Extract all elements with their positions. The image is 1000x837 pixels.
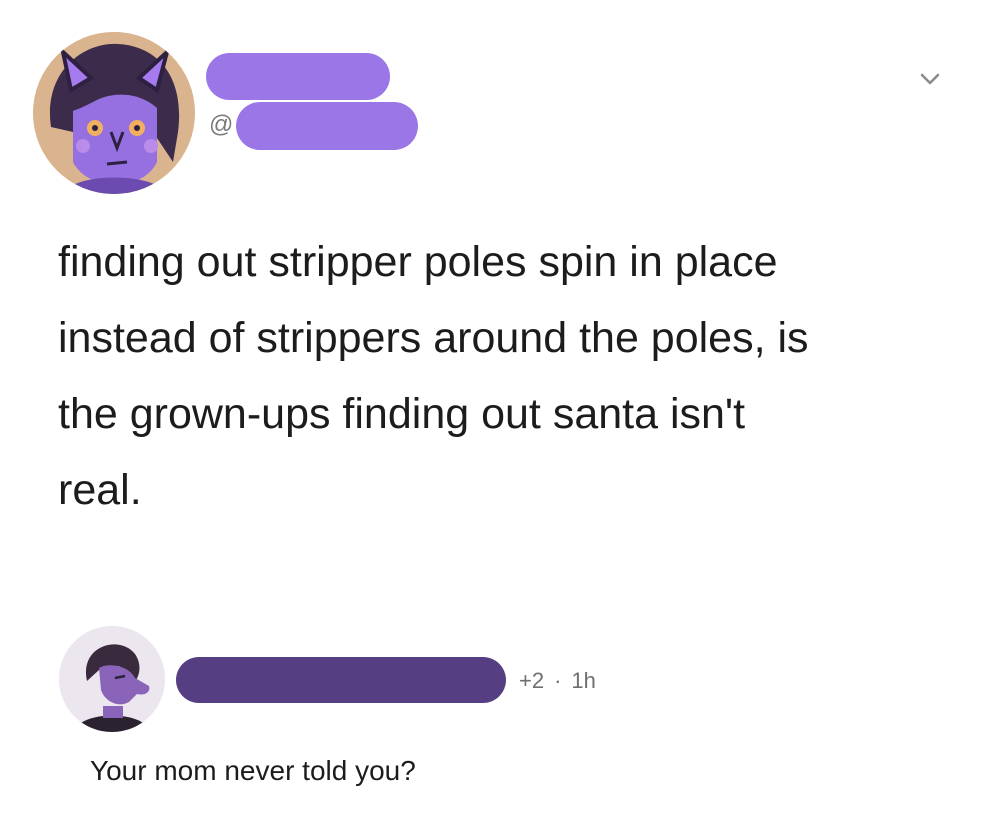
reply-text: Your mom never told you? <box>90 755 416 786</box>
chevron-down-icon[interactable] <box>918 69 942 89</box>
reply-author-avatar[interactable] <box>59 626 165 732</box>
post-body-line: the grown-ups finding out santa isn't <box>58 390 746 438</box>
post-body-line: finding out stripper poles spin in place <box>58 238 778 286</box>
post-body-line: real. <box>58 466 142 514</box>
post-body: finding out stripper poles spin in place… <box>58 224 948 528</box>
reply-avatar-illustration <box>59 626 165 732</box>
author-avatar-illustration <box>33 32 195 194</box>
reply-author-name-redaction <box>176 657 506 703</box>
post-body-line: instead of strippers around the poles, i… <box>58 314 809 362</box>
reply-badge-count: +2 <box>519 668 545 693</box>
author-handle-at-symbol: @ <box>209 111 234 138</box>
meta-separator: · <box>554 668 562 693</box>
author-handle-redaction <box>236 102 418 150</box>
author-avatar[interactable] <box>33 32 195 194</box>
author-name-redaction <box>206 53 390 100</box>
reply-timestamp[interactable]: 1h <box>571 668 595 693</box>
reply-meta: +2 · 1h <box>519 670 596 692</box>
